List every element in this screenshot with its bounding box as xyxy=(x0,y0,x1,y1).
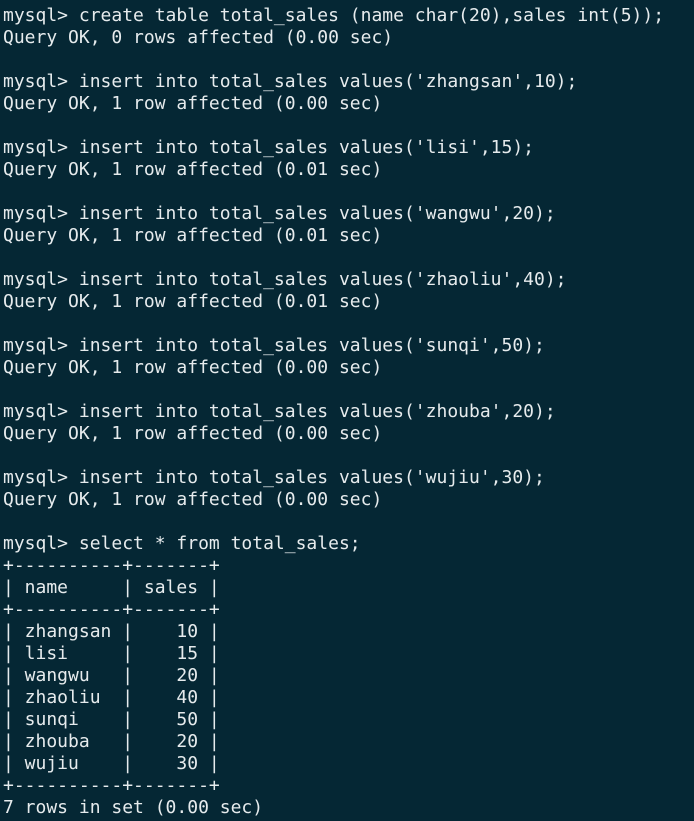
table-row: | zhangsan | 10 | xyxy=(3,621,220,642)
table-border: +----------+-------+ xyxy=(3,775,220,796)
output-line: Query OK, 0 rows affected (0.00 sec) xyxy=(3,27,394,48)
command-line: mysql> insert into total_sales values('w… xyxy=(3,467,545,488)
output-line: Query OK, 1 row affected (0.00 sec) xyxy=(3,93,383,114)
terminal-window[interactable]: mysql> create table total_sales (name ch… xyxy=(0,0,694,821)
command-line: mysql> create table total_sales (name ch… xyxy=(3,5,665,26)
output-line: Query OK, 1 row affected (0.00 sec) xyxy=(3,423,383,444)
table-border: +----------+-------+ xyxy=(3,555,220,576)
output-line: Query OK, 1 row affected (0.00 sec) xyxy=(3,357,383,378)
table-row: | zhouba | 20 | xyxy=(3,731,220,752)
command-line: mysql> insert into total_sales values('z… xyxy=(3,71,578,92)
table-border: +----------+-------+ xyxy=(3,599,220,620)
output-line: Query OK, 1 row affected (0.01 sec) xyxy=(3,225,383,246)
table-header-row: | name | sales | xyxy=(3,577,220,598)
command-line: mysql> insert into total_sales values('z… xyxy=(3,269,567,290)
output-line: Query OK, 1 row affected (0.00 sec) xyxy=(3,489,383,510)
command-line: mysql> insert into total_sales values('w… xyxy=(3,203,556,224)
table-row: | zhaoliu | 40 | xyxy=(3,687,220,708)
command-line: mysql> insert into total_sales values('z… xyxy=(3,401,556,422)
result-summary: 7 rows in set (0.00 sec) xyxy=(3,797,264,818)
command-line: mysql> select * from total_sales; xyxy=(3,533,361,554)
command-line: mysql> insert into total_sales values('s… xyxy=(3,335,545,356)
output-line: Query OK, 1 row affected (0.01 sec) xyxy=(3,159,383,180)
table-row: | wujiu | 30 | xyxy=(3,753,220,774)
output-line: Query OK, 1 row affected (0.01 sec) xyxy=(3,291,383,312)
table-row: | wangwu | 20 | xyxy=(3,665,220,686)
table-row: | lisi | 15 | xyxy=(3,643,220,664)
table-row: | sunqi | 50 | xyxy=(3,709,220,730)
command-line: mysql> insert into total_sales values('l… xyxy=(3,137,535,158)
